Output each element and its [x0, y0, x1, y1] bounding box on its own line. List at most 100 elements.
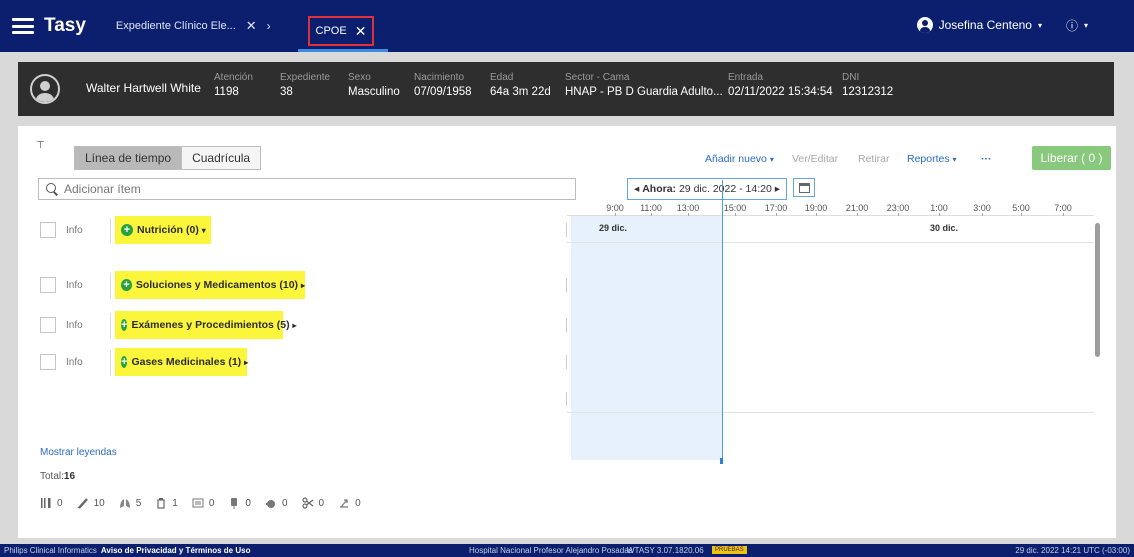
timeline-now-selector[interactable]: ◂ Ahora: 29 dic. 2022 - 14:20 ▸: [627, 178, 787, 200]
now-marker-line: [722, 180, 723, 460]
hour-label: 9:00: [606, 203, 624, 213]
add-circle-icon[interactable]: +: [121, 319, 128, 331]
breadcrumb-item[interactable]: Expediente Clínico Ele...: [116, 20, 236, 32]
flask-icon: [157, 498, 165, 509]
patient-field-sexo: Sexo Masculino: [348, 72, 400, 98]
user-menu[interactable]: Josefina Centeno ▾: [916, 17, 1042, 33]
add-circle-icon[interactable]: +: [121, 224, 133, 236]
divider: [110, 313, 111, 339]
group-header-gases[interactable]: + Gases Medicinales (1) ▸: [115, 348, 249, 376]
timeline-row-line: [567, 412, 1094, 413]
divider: [110, 350, 111, 376]
reports-button[interactable]: Reportes ▾: [907, 153, 957, 165]
field-value: 07/09/1958: [414, 86, 472, 98]
monitor-icon: [192, 498, 204, 508]
field-label: Sector - Cama: [565, 72, 630, 83]
search-box[interactable]: Adicionar ítem: [38, 178, 576, 200]
hour-label: 21:00: [845, 203, 869, 213]
date-label: 30 dic.: [930, 223, 959, 233]
add-circle-icon[interactable]: +: [121, 279, 132, 291]
field-label: DNI: [842, 72, 860, 83]
group-checkbox[interactable]: [40, 317, 56, 333]
tab-cpoe-label: CPOE: [315, 25, 347, 37]
top-bar: Tasy Expediente Clínico Ele... ✕ › CPOE …: [0, 0, 1134, 52]
group-checkbox[interactable]: [40, 277, 56, 293]
group-checkbox[interactable]: [40, 354, 56, 370]
group-info-link[interactable]: Info: [66, 357, 83, 368]
counter-procedures: 5: [119, 497, 141, 509]
field-value: 02/11/2022 15:34:54: [728, 86, 833, 98]
menu-icon[interactable]: [12, 18, 34, 34]
group-info-link[interactable]: Info: [66, 320, 83, 331]
counter-drops: 0: [265, 497, 288, 509]
patient-field-edad: Edad 64a 3m 22d: [490, 72, 551, 98]
close-tab-icon[interactable]: ✕: [355, 23, 367, 40]
counter-value: 1: [172, 497, 178, 509]
next-period-icon[interactable]: ▸: [775, 183, 780, 195]
counter-recovery: 0: [338, 497, 361, 509]
group-info-link[interactable]: Info: [66, 280, 83, 291]
group-info-link[interactable]: Info: [66, 225, 83, 236]
footer-version: WTASY 3.07.1820.06: [627, 546, 704, 555]
now-marker-handle[interactable]: [720, 458, 723, 464]
hour-tick: [898, 213, 899, 216]
now-label: Ahora:: [642, 183, 677, 195]
tab-cpoe[interactable]: CPOE ✕: [308, 16, 374, 46]
add-new-label: Añadir nuevo: [705, 153, 767, 165]
show-legends-link[interactable]: Mostrar leyendas: [40, 447, 117, 458]
group-checkbox[interactable]: [40, 222, 56, 238]
divider: [110, 218, 111, 244]
category-counters: 0 10 5 1 0 0 0 0 0: [40, 497, 361, 509]
view-grid-button[interactable]: Cuadrícula: [181, 147, 261, 169]
hour-label: 5:00: [1012, 203, 1030, 213]
field-label: Atención: [214, 72, 253, 83]
row-marker: [566, 318, 567, 332]
add-new-button[interactable]: Añadir nuevo ▾: [705, 153, 774, 165]
privacy-link[interactable]: Aviso de Privacidad y Términos de Uso: [101, 546, 251, 555]
active-tab-indicator: [298, 49, 388, 52]
info-icon: ⓘ: [1065, 19, 1078, 33]
total-value: 16: [63, 471, 76, 482]
chevron-right-icon: ▸: [292, 320, 297, 330]
prev-period-icon[interactable]: ◂: [634, 183, 639, 195]
cutlery-icon: [41, 498, 51, 508]
group-header-soluciones[interactable]: + Soluciones y Medicamentos (10) ▸: [115, 271, 305, 299]
field-value: 64a 3m 22d: [490, 86, 551, 98]
field-label: Edad: [490, 72, 514, 83]
calendar-button[interactable]: [793, 178, 815, 197]
group-header-nutricion[interactable]: + Nutrición (0) ▾: [115, 216, 211, 244]
add-circle-icon[interactable]: +: [121, 356, 128, 368]
field-value: 38: [280, 86, 293, 98]
footer-hospital: Hospital Nacional Profesor Alejandro Pos…: [469, 546, 633, 555]
hour-label: 1:00: [930, 203, 948, 213]
close-breadcrumb-icon[interactable]: ✕: [246, 18, 257, 34]
search-input[interactable]: Adicionar ítem: [64, 182, 141, 196]
row-marker: [566, 355, 567, 369]
recovery-icon: [340, 499, 349, 508]
info-menu[interactable]: ⓘ ▾: [1066, 17, 1088, 34]
calendar-icon: [798, 182, 810, 193]
counter-value: 0: [281, 497, 288, 509]
more-options-button[interactable]: ···: [981, 153, 992, 165]
row-marker: [566, 278, 567, 292]
release-button[interactable]: Liberar ( 0 ): [1032, 146, 1111, 170]
filter-icon[interactable]: ⊤: [36, 140, 45, 151]
patient-avatar: [30, 74, 60, 104]
group-label: Gases Medicinales (1): [131, 356, 242, 368]
group-header-examenes[interactable]: + Exámenes y Procedimientos (5) ▸: [115, 311, 297, 339]
timeline-past-area: [571, 216, 722, 460]
view-timeline-button[interactable]: Línea de tiempo: [75, 147, 182, 169]
patient-field-nacimiento: Nacimiento 07/09/1958: [414, 72, 472, 98]
hour-tick: [651, 213, 652, 216]
patient-field-sector-cama: Sector - Cama HNAP - PB D Guardia Adulto.…: [565, 72, 723, 98]
patient-field-atencion: Atención 1198: [214, 72, 253, 98]
chevron-right-icon: ▸: [244, 357, 249, 367]
counter-value: 0: [57, 497, 63, 509]
vertical-scrollbar[interactable]: [1095, 223, 1100, 357]
view-edit-button[interactable]: Ver/Editar: [792, 153, 838, 165]
remove-button[interactable]: Retirar: [858, 153, 890, 165]
row-marker: [566, 223, 567, 237]
counter-value: 10: [93, 497, 105, 509]
patient-name[interactable]: Walter Hartwell White: [86, 81, 201, 95]
counter-medications: 10: [77, 497, 105, 509]
